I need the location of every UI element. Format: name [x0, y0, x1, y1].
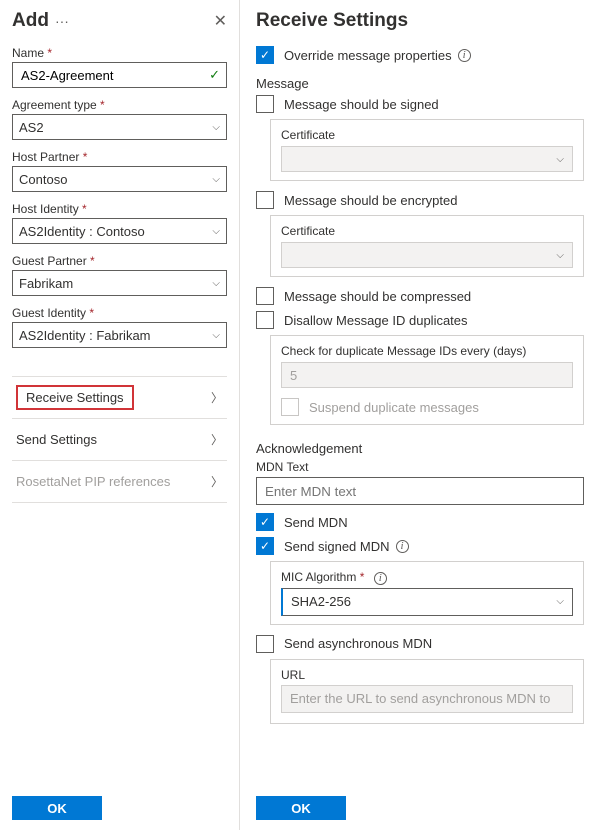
chevron-right-icon: 〉 [211, 431, 223, 448]
chevron-down-icon: ⌵ [556, 154, 564, 165]
name-input[interactable]: ✓ [12, 62, 227, 88]
chevron-down-icon: ⌵ [212, 122, 220, 133]
valid-icon: ✓ [209, 67, 220, 83]
chevron-down-icon: ⌵ [556, 596, 564, 607]
suspend-label: Suspend duplicate messages [309, 400, 479, 415]
ok-button-right[interactable]: OK [256, 796, 346, 820]
signed-cert-box: Certificate ⌵ [270, 119, 584, 181]
override-checkbox[interactable] [256, 46, 274, 64]
compressed-label: Message should be compressed [284, 289, 471, 304]
chevron-down-icon: ⌵ [212, 278, 220, 289]
settings-nav: Receive Settings 〉 Send Settings 〉 Roset… [12, 376, 227, 503]
mic-label: MIC Algorithm * i [281, 570, 573, 585]
suspend-checkbox [281, 398, 299, 416]
send-async-checkbox[interactable] [256, 635, 274, 653]
chevron-down-icon: ⌵ [212, 330, 220, 341]
url-label: URL [281, 668, 573, 682]
encrypted-cert-box: Certificate ⌵ [270, 215, 584, 277]
guest-identity-label: Guest Identity * [12, 306, 227, 320]
ack-section-label: Acknowledgement [256, 441, 584, 456]
agreement-type-label: Agreement type * [12, 98, 227, 112]
disallow-dup-checkbox[interactable] [256, 311, 274, 329]
panel-title: Add [12, 10, 49, 32]
more-icon[interactable]: ··· [55, 13, 69, 29]
encrypted-label: Message should be encrypted [284, 193, 457, 208]
certificate-label: Certificate [281, 128, 573, 142]
guest-partner-label: Guest Partner * [12, 254, 227, 268]
signed-checkbox[interactable] [256, 95, 274, 113]
chevron-right-icon: 〉 [211, 473, 223, 490]
certificate-label: Certificate [281, 224, 573, 238]
guest-partner-select[interactable]: Fabrikam⌵ [12, 270, 227, 296]
agreement-type-select[interactable]: AS2⌵ [12, 114, 227, 140]
send-mdn-label: Send MDN [284, 515, 348, 530]
send-mdn-checkbox[interactable] [256, 513, 274, 531]
host-partner-label: Host Partner * [12, 150, 227, 164]
disallow-dup-label: Disallow Message ID duplicates [284, 313, 468, 328]
check-dup-value: 5 [281, 362, 573, 388]
info-icon[interactable]: i [374, 572, 387, 585]
send-async-label: Send asynchronous MDN [284, 636, 432, 651]
signed-cert-select: ⌵ [281, 146, 573, 172]
mdn-text-input[interactable] [256, 477, 584, 505]
chevron-down-icon: ⌵ [212, 174, 220, 185]
nav-receive-settings[interactable]: Receive Settings 〉 [12, 377, 227, 419]
dup-box: Check for duplicate Message IDs every (d… [270, 335, 584, 425]
guest-identity-select[interactable]: AS2Identity : Fabrikam⌵ [12, 322, 227, 348]
info-icon[interactable]: i [396, 540, 409, 553]
host-identity-select[interactable]: AS2Identity : Contoso⌵ [12, 218, 227, 244]
encrypted-cert-select: ⌵ [281, 242, 573, 268]
signed-label: Message should be signed [284, 97, 439, 112]
check-dup-label: Check for duplicate Message IDs every (d… [281, 344, 573, 358]
close-icon[interactable]: ✕ [214, 11, 227, 31]
chevron-down-icon: ⌵ [212, 226, 220, 237]
mdn-text-label: MDN Text [256, 460, 584, 474]
nav-rosettanet[interactable]: RosettaNet PIP references 〉 [12, 461, 227, 503]
encrypted-checkbox[interactable] [256, 191, 274, 209]
host-identity-label: Host Identity * [12, 202, 227, 216]
mic-select[interactable]: SHA2-256⌵ [281, 588, 573, 616]
nav-send-settings[interactable]: Send Settings 〉 [12, 419, 227, 461]
name-label: Name * [12, 46, 227, 60]
ok-button-left[interactable]: OK [12, 796, 102, 820]
url-input: Enter the URL to send asynchronous MDN t… [281, 685, 573, 713]
compressed-checkbox[interactable] [256, 287, 274, 305]
url-box: URL Enter the URL to send asynchronous M… [270, 659, 584, 724]
receive-settings-panel: Receive Settings Override message proper… [240, 0, 600, 830]
send-signed-mdn-label: Send signed MDN [284, 539, 390, 554]
host-partner-select[interactable]: Contoso⌵ [12, 166, 227, 192]
info-icon[interactable]: i [458, 49, 471, 62]
override-label: Override message properties [284, 48, 452, 63]
panel-title: Receive Settings [256, 10, 408, 32]
receive-settings-highlight: Receive Settings [16, 385, 134, 410]
message-section-label: Message [256, 76, 584, 91]
chevron-down-icon: ⌵ [556, 250, 564, 261]
mic-box: MIC Algorithm * i SHA2-256⌵ [270, 561, 584, 625]
chevron-right-icon: 〉 [211, 389, 223, 406]
add-panel: Add ··· ✕ Name * ✓ Agreement type * AS2⌵… [0, 0, 240, 830]
send-signed-mdn-checkbox[interactable] [256, 537, 274, 555]
